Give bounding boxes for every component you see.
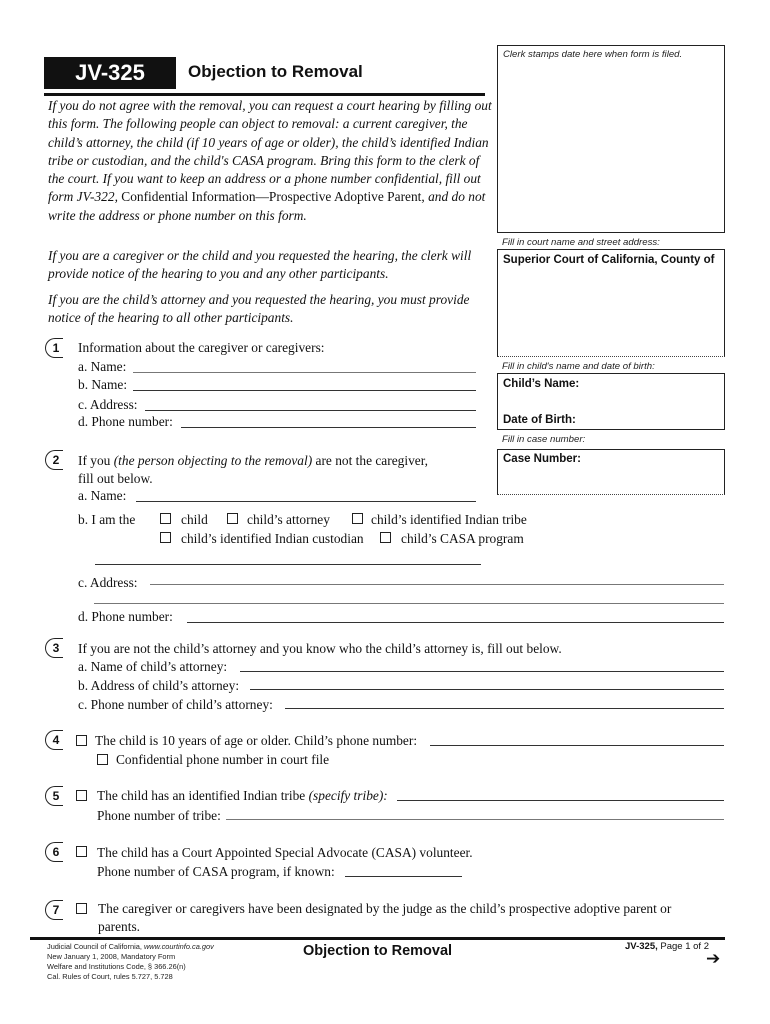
footer-website-link[interactable]: www.courtinfo.ca.gov [144,942,214,951]
role-attorney-label: child’s attorney [247,512,330,527]
indian-tribe-text: The child has an identified Indian tribe [97,788,309,803]
role-tribe-checkbox[interactable] [352,513,363,524]
child-age-checkbox[interactable] [76,735,87,746]
attorney-phone-label: c. Phone number of child’s attorney: [78,697,273,712]
attorney-phone-input[interactable] [285,708,724,709]
confidential-phone-label: Confidential phone number in court file [116,752,330,767]
tribe-name-input[interactable] [397,800,724,801]
caregiver-address-input[interactable] [145,410,476,411]
section-2-marker: 2 [45,450,63,470]
intro-form-name: Confidential Information—Prospective Ado… [117,189,425,205]
role-child-checkbox[interactable] [160,513,171,524]
indian-tribe-specify: (specify tribe): [308,788,388,803]
casa-checkbox[interactable] [76,846,87,857]
caregiver-name-b-label: b. Name: [78,377,128,392]
child-hint: Fill in child's name and date of birth: [502,361,655,372]
tribe-phone-label: Phone number of tribe: [97,808,221,823]
casa-label: The child has a Court Appointed Special … [97,845,473,860]
role-attorney-checkbox[interactable] [227,513,238,524]
caregiver-name-a-label: a. Name: [78,359,127,374]
adoptive-parent-checkbox[interactable] [76,903,87,914]
court-label: Superior Court of California, County of [503,254,715,266]
form-id-badge: JV-325 [44,57,176,89]
section-2-heading: If you (the person objecting to the remo… [78,453,428,469]
caregiver-phone-input[interactable] [181,427,476,428]
section-2-heading-c: are not the caregiver, [312,453,428,468]
caregiver-address-label: c. Address: [78,397,138,412]
clerk-stamp-hint: Clerk stamps date here when form is file… [503,49,683,60]
objector-name-input[interactable] [136,501,476,502]
casa-phone-input[interactable] [345,876,462,877]
child-info-field[interactable]: Child’s Name: Date of Birth: [497,373,725,430]
footer-rules-ref: Cal. Rules of Court, rules 5.727, 5.728 [47,972,173,981]
role-tribe-label: child’s identified Indian tribe [371,512,527,527]
objector-address-input[interactable] [150,584,724,585]
case-label: Case Number: [503,453,581,465]
dob-label: Date of Birth: [503,414,576,426]
section-3-marker: 3 [45,638,63,658]
objector-phone-label: d. Phone number: [78,609,173,624]
court-name-field[interactable]: Superior Court of California, County of [497,249,725,357]
header-divider [44,93,485,96]
section-4-marker: 4 [45,730,63,750]
indian-tribe-label: The child has an identified Indian tribe… [97,788,388,804]
footer-form-id: JV-325, [625,941,658,952]
section-1-marker: 1 [45,338,63,358]
child-age-label: The child is 10 years of age or older. C… [95,733,418,748]
case-hint: Fill in case number: [502,434,586,445]
objector-phone-input[interactable] [187,622,724,623]
attorney-address-label: b. Address of child’s attorney: [78,678,240,693]
footer-publisher: Judicial Council of California, www.cour… [47,942,214,952]
adoptive-parent-label-2: parents. [98,919,141,934]
next-page-arrow-icon: ➔ [706,949,721,968]
caregiver-name-b-input[interactable] [133,390,476,391]
role-child-label: child [181,512,208,527]
caregiver-name-a-input[interactable] [133,372,476,373]
child-name-label: Child’s Name: [503,378,580,390]
section-3-heading: If you are not the child’s attorney and … [78,641,562,656]
form-title: Objection to Removal [188,62,363,81]
tribe-phone-input[interactable] [226,819,724,820]
footer-council: Judicial Council of California, [47,942,144,951]
case-number-field[interactable]: Case Number: [497,449,725,495]
court-hint: Fill in court name and street address: [502,237,660,248]
footer-code-ref: Welfare and Institutions Code, § 366.26(… [47,962,186,971]
section-5-marker: 5 [45,786,63,806]
objector-address-input-2[interactable] [94,603,724,604]
footer-form-status: New January 1, 2008, Mandatory Form [47,952,176,961]
intro-paragraph-1: If you do not agree with the removal, yo… [48,97,493,225]
adoptive-parent-label: The caregiver or caregivers have been de… [98,901,672,916]
role-other-input[interactable] [95,564,481,565]
section-2-heading-emphasis: (the person objecting to the removal) [113,453,313,468]
footer-page-number: Page 1 of 2 [657,941,709,952]
confidential-phone-checkbox[interactable] [97,754,108,765]
clerk-stamp-box: Clerk stamps date here when form is file… [497,45,725,233]
footer-page-indicator: JV-325, Page 1 of 2 [625,941,709,952]
objector-role-label: b. I am the [78,512,136,527]
footer-title: Objection to Removal [303,943,453,959]
section-6-marker: 6 [45,842,63,862]
attorney-name-input[interactable] [240,671,724,672]
section-2-heading-a: If you [78,453,114,468]
casa-phone-label: Phone number of CASA program, if known: [97,864,335,879]
intro-paragraph-3: If you are the child’s attorney and you … [48,292,470,326]
role-casa-label: child’s CASA program [401,531,524,546]
attorney-name-label: a. Name of child’s attorney: [78,659,228,674]
objector-address-label: c. Address: [78,575,138,590]
indian-tribe-checkbox[interactable] [76,790,87,801]
footer-divider [30,937,725,940]
role-custodian-label: child’s identified Indian custodian [181,531,364,546]
section-2-heading-line2: fill out below. [78,471,153,486]
child-phone-input[interactable] [430,745,724,746]
section-7-marker: 7 [45,900,63,920]
section-1-heading: Information about the caregiver or careg… [78,340,325,355]
role-casa-checkbox[interactable] [380,532,391,543]
intro-paragraph-2: If you are a caregiver or the child and … [48,248,472,282]
objector-name-label: a. Name: [78,488,127,503]
caregiver-phone-label: d. Phone number: [78,414,173,429]
attorney-address-input[interactable] [250,689,724,690]
role-custodian-checkbox[interactable] [160,532,171,543]
